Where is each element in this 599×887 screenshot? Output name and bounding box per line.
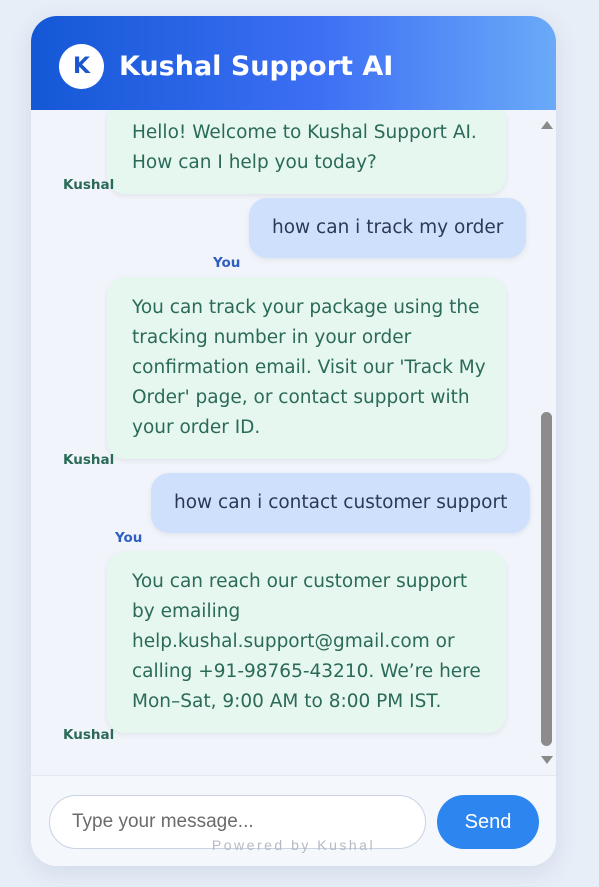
input-bar: Send Powered by Kushal — [31, 775, 556, 866]
chat-title: Kushal Support AI — [119, 51, 394, 82]
message-input[interactable] — [49, 795, 426, 849]
chat-widget: K Kushal Support AI Hello! Welcome to Ku… — [31, 16, 556, 866]
bot-message-bubble: You can track your package using the tra… — [107, 277, 506, 459]
sender-label-user: You — [115, 530, 143, 546]
user-message-bubble: how can i contact customer support — [151, 473, 531, 533]
bot-message-bubble: Hello! Welcome to Kushal Support AI. How… — [107, 110, 506, 194]
chat-header: K Kushal Support AI — [31, 16, 556, 110]
message-list[interactable]: Hello! Welcome to Kushal Support AI. How… — [31, 110, 556, 775]
sender-label-bot: Kushal — [63, 727, 115, 743]
sender-label-user: You — [213, 255, 241, 271]
scrollbar-thumb[interactable] — [541, 412, 552, 746]
sender-label-bot: Kushal — [63, 177, 115, 193]
user-message-bubble: how can i track my order — [249, 198, 527, 258]
scrollbar[interactable] — [539, 110, 554, 775]
avatar: K — [59, 44, 104, 89]
bot-message-bubble: You can reach our customer support by em… — [107, 551, 506, 733]
sender-label-bot: Kushal — [63, 452, 115, 468]
scroll-up-icon[interactable] — [541, 121, 553, 129]
send-button[interactable]: Send — [437, 795, 539, 849]
scroll-down-icon[interactable] — [541, 756, 553, 764]
